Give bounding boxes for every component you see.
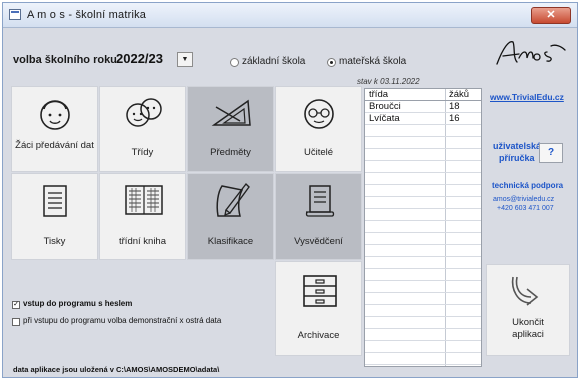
table-row[interactable]: Lvíčata 16	[365, 113, 481, 125]
child-face-icon	[40, 100, 70, 130]
column-header-trida: třída	[369, 89, 389, 100]
table-row-empty	[365, 185, 481, 197]
table-row-empty	[365, 161, 481, 173]
demo-data-checkbox-label[interactable]: při vstupu do programu volba demonstračn…	[23, 316, 221, 325]
table-row-empty	[365, 173, 481, 185]
tile-tridni-kniha[interactable]: třídní kniha	[99, 173, 186, 260]
table-row-empty	[365, 245, 481, 257]
exit-button[interactable]: Ukončit aplikaci	[486, 264, 570, 356]
table-row[interactable]: Broučci 18	[365, 101, 481, 113]
tile-zaci[interactable]: Žáci předávání dat	[11, 86, 98, 172]
table-row-empty	[365, 305, 481, 317]
tile-predmety[interactable]: Předměty	[187, 86, 274, 172]
support-phone: +420 603 471 007	[497, 205, 554, 212]
password-checkbox[interactable]: ✓	[12, 301, 20, 309]
school-year-value[interactable]: 2022/23	[116, 51, 163, 66]
manual-help-button[interactable]: ?	[539, 143, 563, 163]
main-panel: volba školního roku 2022/23 ▼ základní š…	[3, 28, 577, 377]
close-button[interactable]: ✕	[531, 7, 571, 24]
table-row-empty	[365, 221, 481, 233]
tile-tridy[interactable]: Třídy	[99, 86, 186, 172]
demo-data-checkbox[interactable]	[12, 318, 20, 326]
column-header-zaku: žáků	[449, 89, 470, 100]
table-row-empty	[365, 125, 481, 137]
table-row-empty	[365, 317, 481, 329]
table-row-empty	[365, 353, 481, 365]
tile-klasifikace[interactable]: Klasifikace	[187, 173, 274, 260]
tile-archivace[interactable]: Archivace	[275, 261, 362, 356]
cell-trida: Lvíčata	[369, 113, 400, 124]
tile-archivace-label: Archivace	[297, 330, 340, 341]
table-row-empty	[365, 137, 481, 149]
amos-signature-logo	[496, 41, 566, 65]
stav-date: stav k 03.11.2022	[357, 77, 420, 86]
tile-vysvedceni[interactable]: Vysvědčení	[275, 173, 362, 260]
support-title: technická podpora	[492, 181, 564, 190]
manual-label-line1: uživatelská	[493, 141, 542, 151]
tile-vysvedceni-label: Vysvědčení	[294, 236, 343, 247]
certificate-scroll-icon	[305, 185, 335, 217]
manual-label-line2: příručka	[499, 153, 535, 163]
website-link[interactable]: www.TrivialEdu.cz	[490, 92, 564, 102]
exit-arrow-icon	[511, 276, 539, 306]
exit-button-label: Ukončit aplikaci	[512, 317, 544, 340]
tile-zaci-label: Žáci předávání dat	[15, 140, 94, 151]
tile-tridy-label: Třídy	[131, 147, 154, 158]
ruler-triangle-icon	[211, 99, 251, 126]
support-email[interactable]: amos@trivialedu.cz	[493, 195, 554, 204]
table-row-empty	[365, 197, 481, 209]
table-row-empty	[365, 281, 481, 293]
application-window: A m o s - školní matrika ✕ volba školníh…	[2, 2, 578, 378]
table-row-empty	[365, 209, 481, 221]
app-icon	[9, 9, 21, 20]
tile-tisky[interactable]: Tisky	[11, 173, 98, 260]
data-path-text: data aplikace jsou uložená v C:\AMOS\AMO…	[13, 365, 220, 374]
radio-materska-skola[interactable]	[327, 58, 336, 67]
window-title: A m o s - školní matrika	[27, 9, 147, 21]
tile-predmety-label: Předměty	[210, 147, 251, 158]
tile-klasifikace-label: Klasifikace	[207, 236, 254, 247]
table-row-empty	[365, 149, 481, 161]
table-row-empty	[365, 269, 481, 281]
cell-trida: Broučci	[369, 101, 401, 112]
tile-tisky-label: Tisky	[43, 236, 66, 247]
teacher-glasses-icon	[304, 99, 334, 129]
radio-zakladni-skola[interactable]	[230, 58, 239, 67]
school-year-label: volba školního roku	[13, 54, 117, 66]
two-faces-icon	[126, 98, 162, 127]
table-header: třída žáků	[365, 89, 481, 101]
cell-zaku: 18	[449, 101, 460, 112]
table-row-empty	[365, 341, 481, 353]
table-row-empty	[365, 329, 481, 341]
radio-label-materska-skola[interactable]: mateřská škola	[339, 56, 406, 67]
filing-cabinet-icon	[303, 275, 337, 307]
pen-paper-icon	[216, 182, 250, 217]
table-row-empty	[365, 233, 481, 245]
tile-tridni-kniha-label: třídní kniha	[119, 236, 166, 247]
radio-label-zakladni-skola[interactable]: základní škola	[242, 56, 305, 67]
class-book-icon	[125, 185, 163, 215]
cell-zaku: 16	[449, 113, 460, 124]
tile-ucitele-label: Učitelé	[303, 147, 334, 158]
tile-ucitele[interactable]: Učitelé	[275, 86, 362, 172]
password-checkbox-label[interactable]: vstup do programu s heslem	[23, 299, 132, 308]
school-year-dropdown-button[interactable]: ▼	[177, 52, 193, 67]
title-bar: A m o s - školní matrika ✕	[3, 3, 577, 28]
class-table[interactable]: třída žáků Broučci 18 Lvíčata 16	[364, 88, 482, 367]
table-row-empty	[365, 257, 481, 269]
document-icon	[43, 185, 67, 217]
table-row-empty	[365, 293, 481, 305]
